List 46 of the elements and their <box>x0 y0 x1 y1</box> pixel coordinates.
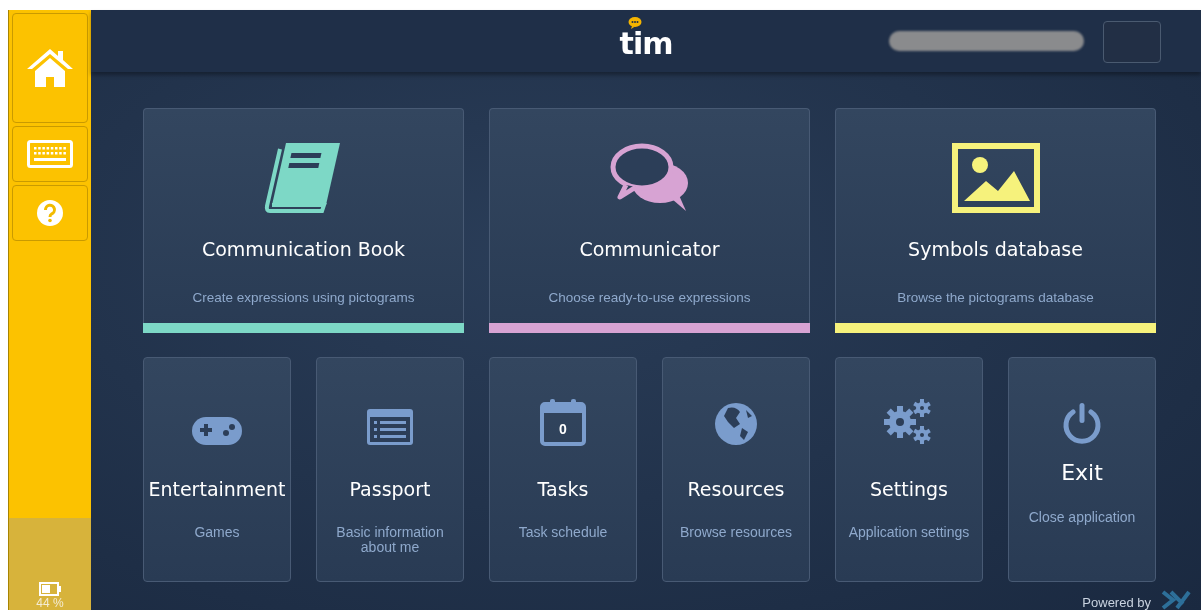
tile-subtitle: Close application <box>1027 510 1137 525</box>
tile-subtitle: Basic information about me <box>335 525 445 555</box>
menu-tile[interactable]: 0 Tasks Task schedule <box>489 357 637 582</box>
menu-tile[interactable]: Passport Basic information about me <box>316 357 464 582</box>
tile-subtitle: Choose ready-to-use expressions <box>548 290 751 305</box>
battery-level: 44 % <box>36 596 64 610</box>
tile-title: Entertainment <box>148 478 286 500</box>
tile-title: Symbols database <box>908 238 1083 260</box>
tile-subtitle: Create expressions using pictograms <box>192 290 415 305</box>
home-button[interactable] <box>12 13 88 123</box>
battery-icon <box>39 582 61 596</box>
gamepad-icon <box>191 416 243 446</box>
tile-title: Communicator <box>579 238 720 260</box>
feature-tile[interactable]: Communicator Choose ready-to-use expressions <box>489 108 810 333</box>
tile-subtitle: Browse resources <box>678 525 793 540</box>
tile-subtitle: Application settings <box>847 525 971 540</box>
menu-tile[interactable]: Exit Close application <box>1008 357 1156 582</box>
tile-title: Resources <box>687 478 785 500</box>
tile-subtitle: Browse the pictograms database <box>897 290 1094 305</box>
menu-tile[interactable]: Entertainment Games <box>143 357 291 582</box>
menu-tile[interactable]: Settings Application settings <box>835 357 983 582</box>
keyboard-button[interactable] <box>12 126 88 182</box>
tile-title: Communication Book <box>201 238 406 260</box>
power-icon <box>1061 402 1103 446</box>
globe-icon <box>714 402 758 446</box>
picture-icon <box>951 143 1040 213</box>
menu-tile[interactable]: Resources Browse resources <box>662 357 810 582</box>
calendar-count: 0 <box>559 421 567 437</box>
tile-subtitle: Task schedule <box>517 525 609 540</box>
help-icon <box>36 199 64 227</box>
home-icon <box>25 47 75 89</box>
feature-tile[interactable]: Symbols database Browse the pictograms database <box>835 108 1156 333</box>
tile-subtitle: Games <box>193 525 241 540</box>
profile-button[interactable] <box>1103 21 1161 63</box>
tile-title: Exit <box>1061 460 1103 485</box>
tile-title: Passport <box>349 478 431 500</box>
tile-title: Tasks <box>537 478 589 500</box>
tile-title: Settings <box>870 478 948 500</box>
app-logo: tim <box>619 29 673 59</box>
company-logo-icon <box>1159 590 1193 610</box>
list-icon <box>366 408 414 446</box>
feature-tile[interactable]: Communication Book Create expressions using pictograms <box>143 108 464 333</box>
keyboard-icon <box>27 140 73 168</box>
help-button[interactable] <box>12 185 88 241</box>
powered-by-text: Powered by <box>1082 595 1151 610</box>
speech-bubble-icon <box>627 17 642 29</box>
